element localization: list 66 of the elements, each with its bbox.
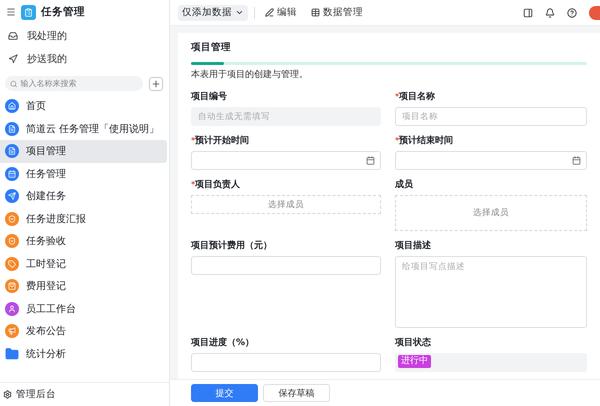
sidebar-item[interactable]: 我处理的 [0,24,169,47]
member-picker[interactable]: 选择成员 [395,195,587,231]
nav-item[interactable]: 创建任务 [0,185,167,208]
required-mark: * [395,92,400,101]
field-label: 项目名称 [399,90,436,103]
nav-item[interactable]: 费用登记 [0,275,167,298]
toolbar-button[interactable]: 数据管理 [307,6,367,19]
field-label: 项目描述 [395,239,431,252]
member-picker[interactable]: 选择成员 [191,195,381,214]
field-label: 成员 [395,178,413,191]
form-title: 项目管理 [191,41,232,54]
bell-icon[interactable] [545,8,555,18]
search-icon [10,80,18,88]
status-field[interactable]: 进行中 [395,353,587,372]
nav-item[interactable]: 员工工作台 [0,298,167,320]
field-label: 项目状态 [395,336,431,349]
caret-icon [235,8,244,17]
calendar-icon [572,156,581,165]
menu-icon[interactable] [6,7,16,17]
plus-icon [151,78,161,88]
field-label: 预计结束时间 [399,134,454,147]
mode-dropdown[interactable]: 仅添加数据 [178,4,248,20]
date-field[interactable] [395,151,587,170]
nav-item[interactable]: 工时登记 [0,252,167,275]
field-label: 项目编号 [191,90,227,103]
input-field[interactable] [191,256,381,275]
form-description: 本表用于项目的创建与管理。 [191,68,309,81]
toolbar-button[interactable]: 编辑 [261,6,301,19]
panel-icon[interactable] [523,8,533,18]
nav-item[interactable]: 统计分析 [0,342,167,365]
add-button[interactable] [149,76,163,90]
description-field[interactable]: 给项目写点描述 [395,256,587,328]
sidebar-item[interactable]: 抄送我的 [0,47,169,70]
date-field[interactable] [191,151,381,170]
nav-item[interactable]: 任务管理 [0,162,167,185]
search-input[interactable]: 输入名称来搜索 [20,79,138,88]
input-field[interactable]: 项目名称 [395,107,587,126]
pencil-icon [265,8,274,17]
required-mark: * [191,180,196,189]
nav-item[interactable]: 首页 [0,95,167,118]
nav-item[interactable]: 任务进度汇报 [0,208,167,230]
field-label: 项目预计费用（元） [191,239,272,252]
field-label: 项目进度（%） [191,336,254,349]
avatar[interactable] [589,6,600,20]
required-mark: * [191,136,196,145]
draft-button[interactable]: 保存草稿 [263,384,330,402]
inbox-icon [8,30,18,40]
field-label: 预计开始时间 [195,134,250,147]
field-label: 项目负责人 [195,178,240,191]
nav-item[interactable]: 项目管理 [0,140,167,162]
required-mark: * [395,136,400,145]
nav-item[interactable]: 任务验收 [0,230,167,252]
nav-item[interactable]: 简道云 任务管理「使用说明」 [0,118,167,140]
nav-item[interactable]: 发布公告 [0,320,167,342]
submit-button[interactable]: 提交 [191,384,258,402]
search-field[interactable]: 输入名称来搜索 [5,76,143,91]
help-icon[interactable] [567,8,577,18]
paper-plane-icon [8,54,18,64]
table-icon [311,8,320,17]
input-field[interactable] [191,353,381,372]
status-tag: 进行中 [398,355,431,368]
app-icon [21,4,36,20]
settings-icon [3,390,12,399]
admin-link[interactable]: 管理后台 [0,382,169,406]
calendar-icon [366,156,375,165]
app-title: 任务管理 [41,5,85,19]
